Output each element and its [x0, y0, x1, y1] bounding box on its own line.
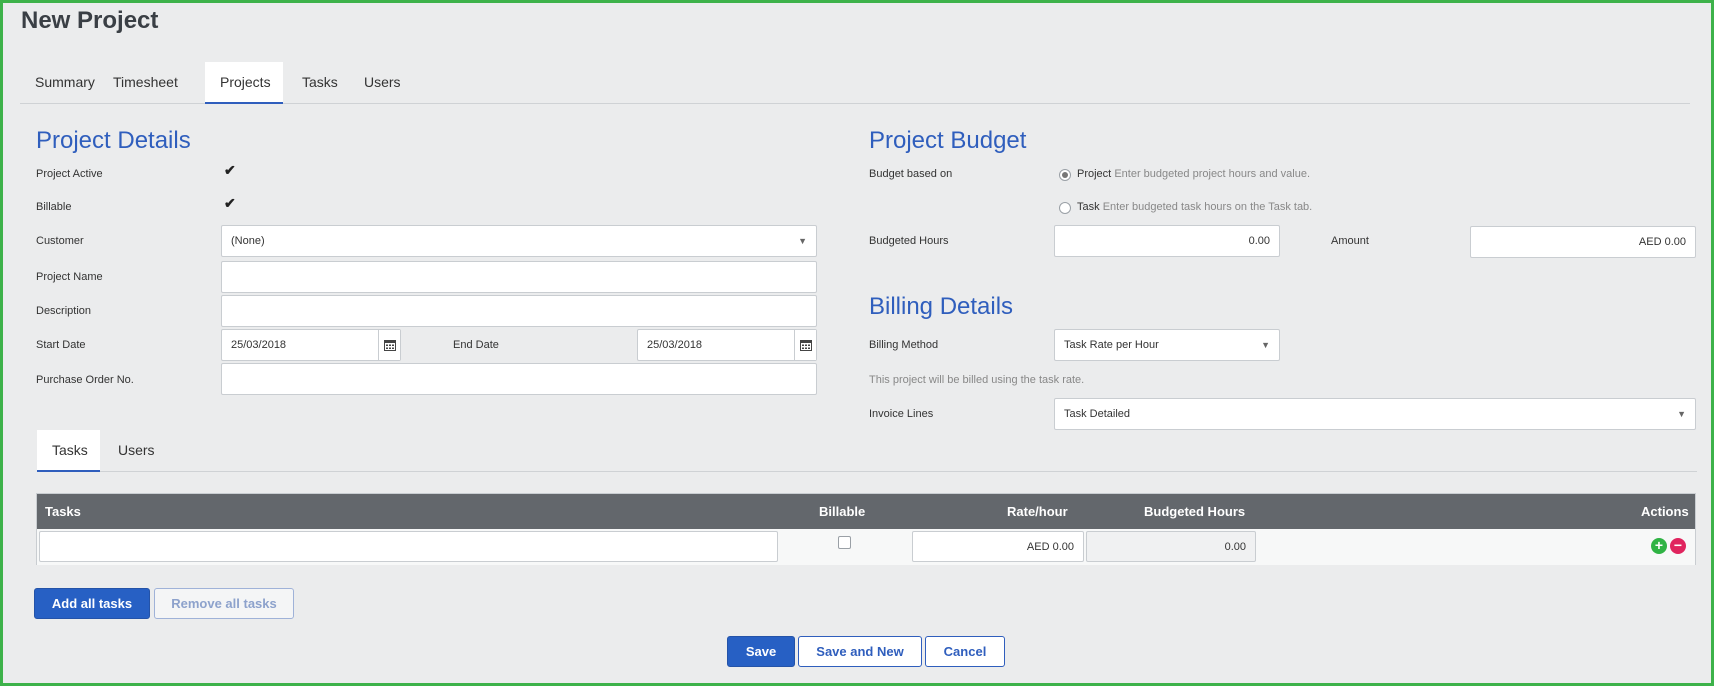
project-active-label: Project Active [36, 168, 103, 180]
budget-task-hint: Enter budgeted task hours on the Task ta… [1102, 201, 1313, 213]
invoice-lines-value: Task Detailed [1064, 408, 1131, 420]
calendar-icon[interactable] [794, 330, 816, 360]
description-label: Description [36, 305, 92, 317]
customer-value: (None) [231, 235, 265, 247]
task-budgeted-hours: 0.00 [1086, 531, 1256, 562]
tab-timesheet[interactable]: Timesheet [98, 62, 193, 104]
project-details-heading: Project Details [36, 127, 191, 154]
amount-input[interactable]: AED 0.00 [1470, 226, 1696, 258]
project-name-label: Project Name [36, 271, 103, 283]
table-row: AED 0.00 0.00 + − [37, 529, 1695, 565]
end-date-label: End Date [453, 339, 499, 351]
remove-all-tasks-button[interactable]: Remove all tasks [154, 588, 294, 619]
main-tabs: Summary Timesheet Projects Tasks Users [20, 62, 1690, 104]
budgeted-hours-label: Budgeted Hours [869, 235, 949, 247]
billable-label: Billable [36, 201, 72, 213]
tasks-table: Tasks Billable Rate/hour Budgeted Hours … [36, 493, 1696, 565]
col-rate: Rate/hour [1007, 504, 1068, 519]
project-name-input[interactable] [221, 261, 817, 293]
budget-task-label: Task [1077, 201, 1100, 213]
billing-details-heading: Billing Details [869, 293, 1014, 320]
billable-checkbox[interactable]: ✔ [224, 195, 236, 212]
task-rate-input[interactable]: AED 0.00 [912, 531, 1084, 562]
chevron-down-icon: ▼ [798, 236, 807, 246]
save-and-new-button[interactable]: Save and New [798, 636, 922, 667]
task-billable-checkbox[interactable] [838, 536, 851, 549]
col-billable: Billable [819, 504, 866, 519]
customer-select[interactable]: (None) ▼ [221, 225, 817, 257]
page-title: New Project [21, 7, 159, 34]
budget-project-option: Project Enter budgeted project hours and… [1077, 168, 1310, 180]
billing-method-select[interactable]: Task Rate per Hour ▼ [1054, 329, 1280, 361]
amount-label: Amount [1331, 235, 1369, 247]
remove-row-icon[interactable]: − [1670, 538, 1686, 554]
start-date-label: Start Date [36, 339, 86, 351]
budget-task-radio[interactable] [1059, 202, 1071, 214]
task-input[interactable] [39, 531, 778, 562]
subtab-users[interactable]: Users [103, 430, 170, 472]
col-budgeted-hours: Budgeted Hours [1144, 504, 1246, 519]
tab-tasks[interactable]: Tasks [287, 62, 353, 104]
col-tasks: Tasks [45, 504, 81, 519]
start-date-input[interactable]: 25/03/2018 [221, 329, 401, 361]
billing-note: This project will be billed using the ta… [869, 374, 1085, 386]
chevron-down-icon: ▼ [1677, 409, 1686, 419]
billing-method-label: Billing Method [869, 339, 939, 351]
chevron-down-icon: ▼ [1261, 340, 1270, 350]
col-actions: Actions [1641, 504, 1689, 519]
purchase-order-label: Purchase Order No. [36, 374, 134, 386]
subtab-tasks[interactable]: Tasks [37, 430, 100, 472]
invoice-lines-select[interactable]: Task Detailed ▼ [1054, 398, 1696, 430]
tab-summary[interactable]: Summary [20, 62, 110, 104]
table-header: Tasks Billable Rate/hour Budgeted Hours … [37, 494, 1695, 529]
budget-based-on-label: Budget based on [869, 168, 953, 180]
tab-projects[interactable]: Projects [205, 62, 283, 104]
billing-method-value: Task Rate per Hour [1064, 339, 1159, 351]
tab-users[interactable]: Users [349, 62, 416, 104]
save-button[interactable]: Save [727, 636, 795, 667]
calendar-icon[interactable] [378, 330, 400, 360]
project-active-checkbox[interactable]: ✔ [224, 162, 236, 179]
cancel-button[interactable]: Cancel [925, 636, 1005, 667]
budget-project-hint: Enter budgeted project hours and value. [1114, 168, 1311, 180]
customer-label: Customer [36, 235, 84, 247]
add-all-tasks-button[interactable]: Add all tasks [34, 588, 150, 619]
description-input[interactable] [221, 295, 817, 327]
project-budget-heading: Project Budget [869, 127, 1027, 154]
end-date-input[interactable]: 25/03/2018 [637, 329, 817, 361]
purchase-order-input[interactable] [221, 363, 817, 395]
budget-project-radio[interactable] [1059, 169, 1071, 181]
budgeted-hours-input[interactable]: 0.00 [1054, 225, 1280, 257]
add-row-icon[interactable]: + [1651, 538, 1667, 554]
budget-project-label: Project [1077, 168, 1112, 180]
start-date-value: 25/03/2018 [231, 339, 287, 351]
budget-task-option: Task Enter budgeted task hours on the Ta… [1077, 201, 1312, 213]
detail-tabs: Tasks Users [37, 430, 1697, 472]
invoice-lines-label: Invoice Lines [869, 408, 934, 420]
end-date-value: 25/03/2018 [647, 339, 703, 351]
